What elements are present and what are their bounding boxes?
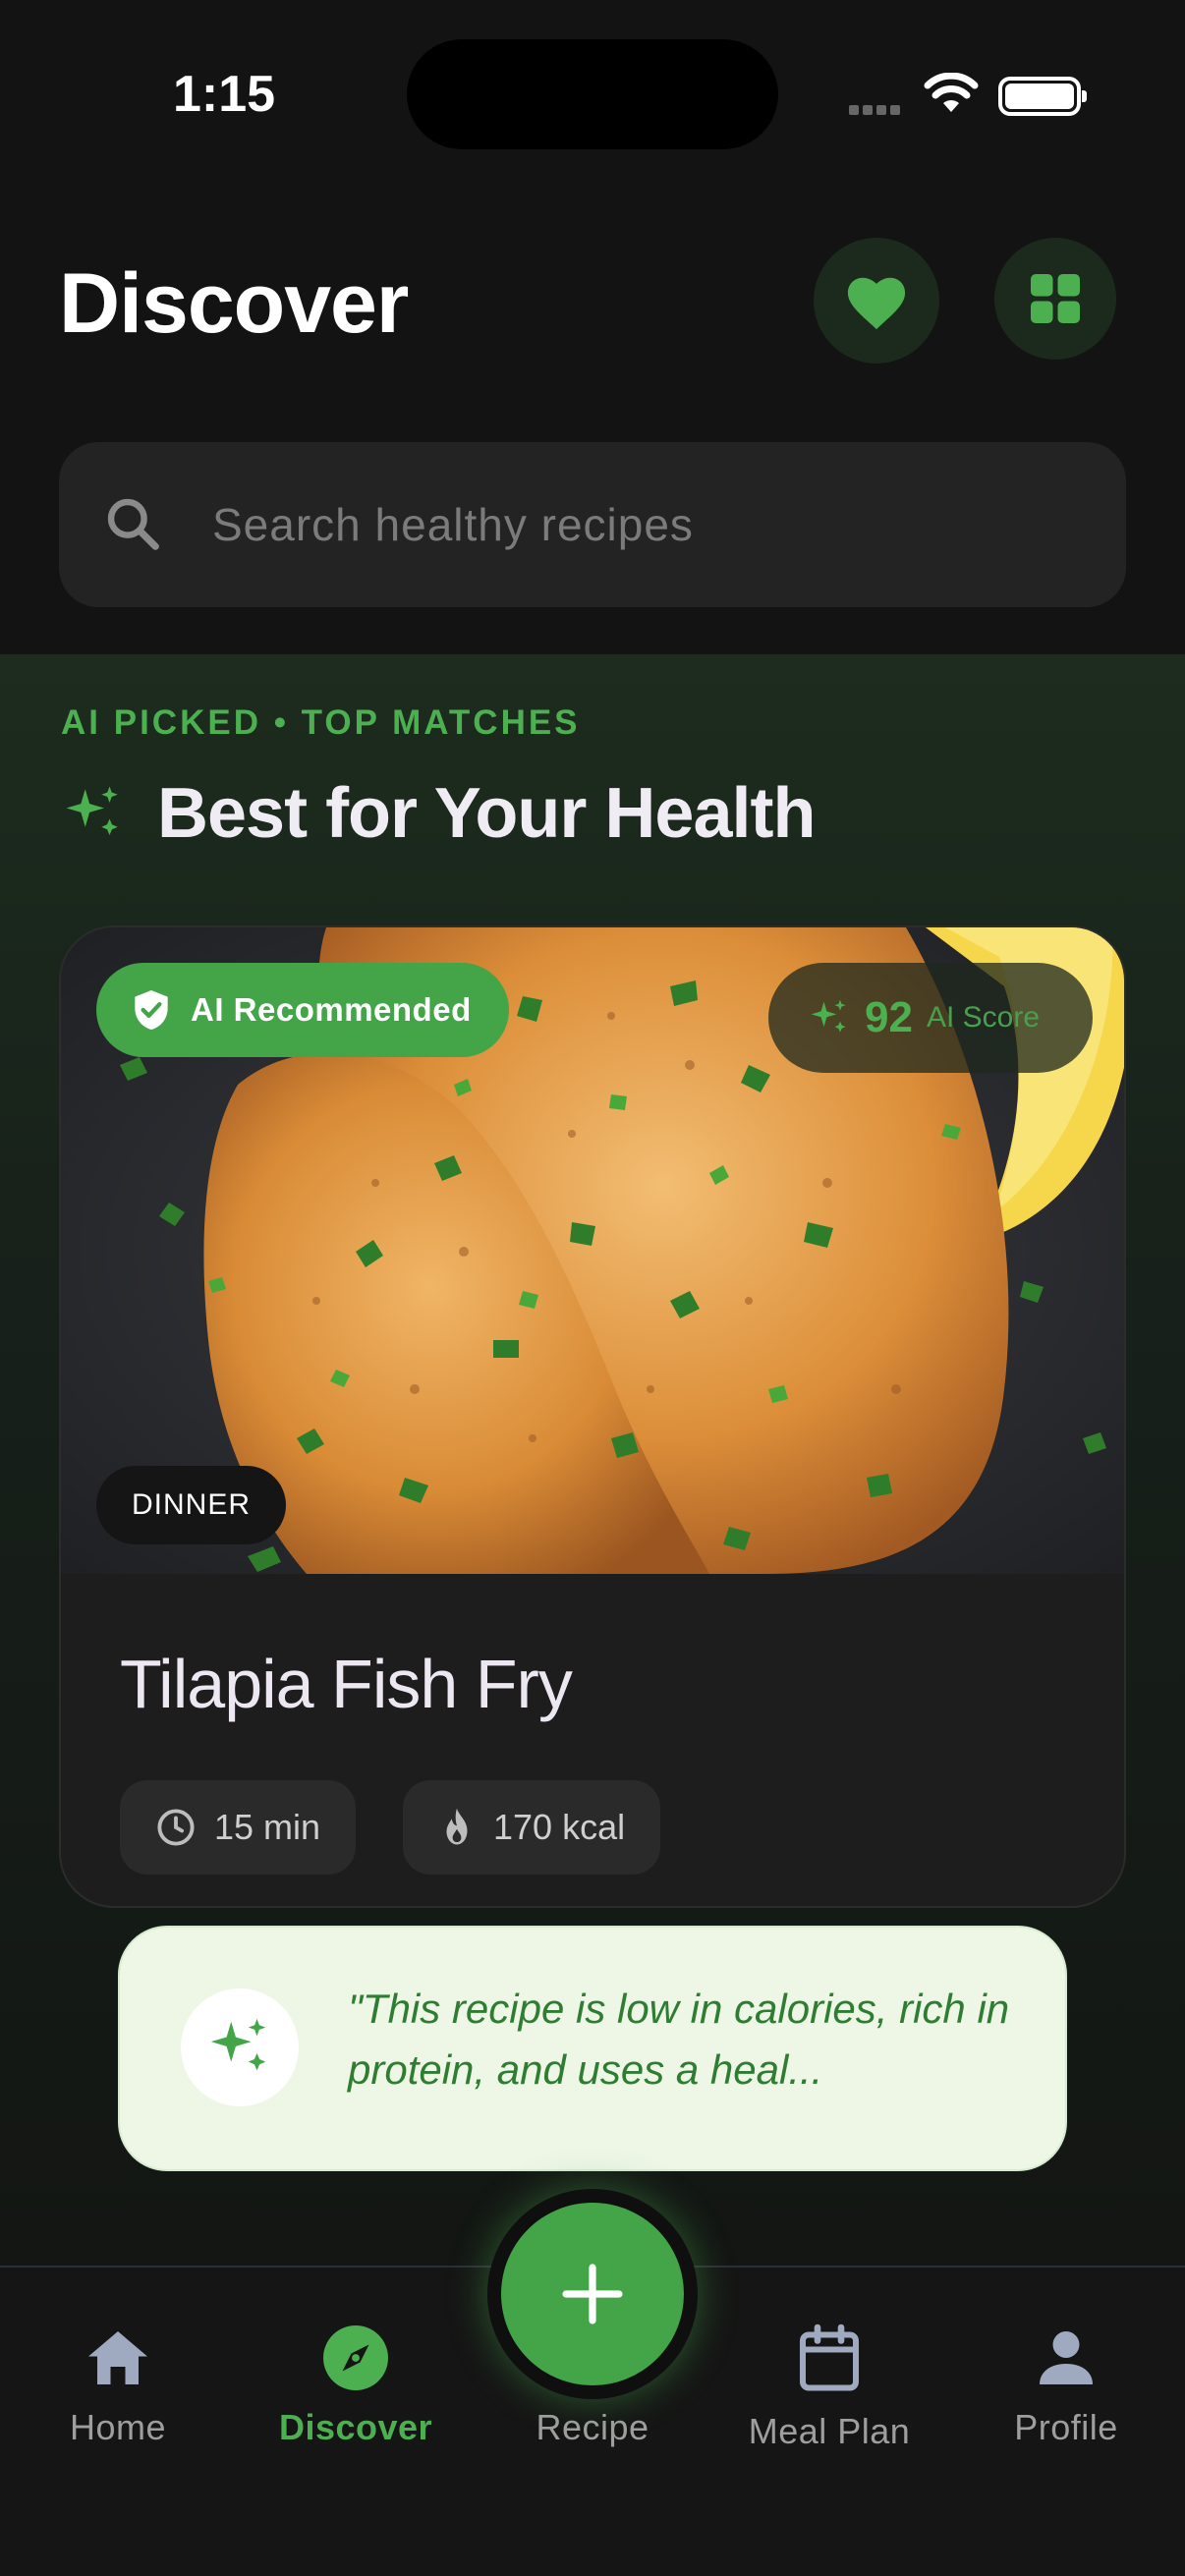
ai-recommended-label: AI Recommended (191, 991, 472, 1028)
nav-recipe-label: Recipe (536, 2407, 649, 2447)
search-icon (107, 498, 159, 550)
nav-home[interactable]: Home (20, 2323, 216, 2470)
calories: 170 kcal (493, 1807, 626, 1847)
ai-score-label: AI Score (926, 1001, 1041, 1034)
battery-icon (998, 77, 1087, 116)
section-kicker: AI PICKED • TOP MATCHES (61, 703, 581, 742)
sparkles-icon (811, 999, 846, 1033)
ai-insight-box: "This recipe is low in calories, rich in… (118, 1926, 1067, 2171)
add-recipe-button[interactable] (487, 2189, 698, 2399)
search-bar[interactable] (59, 442, 1126, 607)
flame-icon (446, 1808, 468, 1845)
compass-icon (323, 2325, 388, 2390)
sparkles-icon (66, 786, 118, 835)
home-icon (88, 2331, 147, 2384)
shield-check-icon (135, 990, 168, 1030)
add-recipe-button-inner (501, 2203, 684, 2385)
nav-meal-plan[interactable]: Meal Plan (731, 2323, 928, 2470)
section-header: Best for Your Health (61, 764, 816, 863)
ai-insight-text: "This recipe is low in calories, rich in… (348, 1986, 1010, 2093)
calendar-icon (800, 2324, 859, 2391)
nav-meal-plan-label: Meal Plan (748, 2411, 911, 2451)
nav-profile[interactable]: Profile (968, 2323, 1164, 2470)
ai-score-pill: 92 AI Score (768, 963, 1093, 1073)
search-input[interactable] (212, 442, 1077, 607)
cook-time-chip: 15 min (120, 1780, 357, 1875)
clock-icon (157, 1809, 195, 1846)
favorites-button[interactable] (814, 238, 939, 364)
ai-recommended-badge: AI Recommended (96, 963, 509, 1057)
heart-icon (847, 277, 906, 330)
plus-icon (562, 2264, 623, 2324)
nav-discover-label: Discover (278, 2407, 433, 2447)
status-bar: 1:15 (0, 0, 1185, 196)
dynamic-island (407, 39, 778, 149)
status-time: 1:15 (173, 66, 276, 123)
person-icon (1040, 2331, 1093, 2384)
nav-discover[interactable]: Discover (257, 2323, 454, 2470)
meal-type-tag: DINNER (96, 1466, 287, 1544)
wifi-icon (924, 73, 979, 112)
ai-score-value: 92 (865, 993, 913, 1041)
section-title: Best for Your Health (157, 774, 816, 853)
grid-view-button[interactable] (994, 238, 1116, 360)
ai-insight-avatar (181, 1988, 299, 2106)
sparkles-icon (210, 2018, 266, 2071)
featured-recipe-card[interactable]: AI Recommended 92 AI Score DINNER Tilapi… (59, 925, 1126, 1908)
calories-chip: 170 kcal (403, 1780, 661, 1875)
nav-profile-label: Profile (1014, 2407, 1118, 2447)
recipe-image: AI Recommended 92 AI Score DINNER (61, 927, 1124, 1574)
cook-time: 15 min (214, 1807, 321, 1847)
nav-home-label: Home (69, 2407, 167, 2447)
page-title: Discover (59, 256, 409, 351)
header: Discover (0, 196, 1185, 654)
cellular-signal-icon (849, 102, 906, 115)
recipe-title: Tilapia Fish Fry (120, 1646, 573, 1722)
grid-icon (1031, 274, 1080, 323)
